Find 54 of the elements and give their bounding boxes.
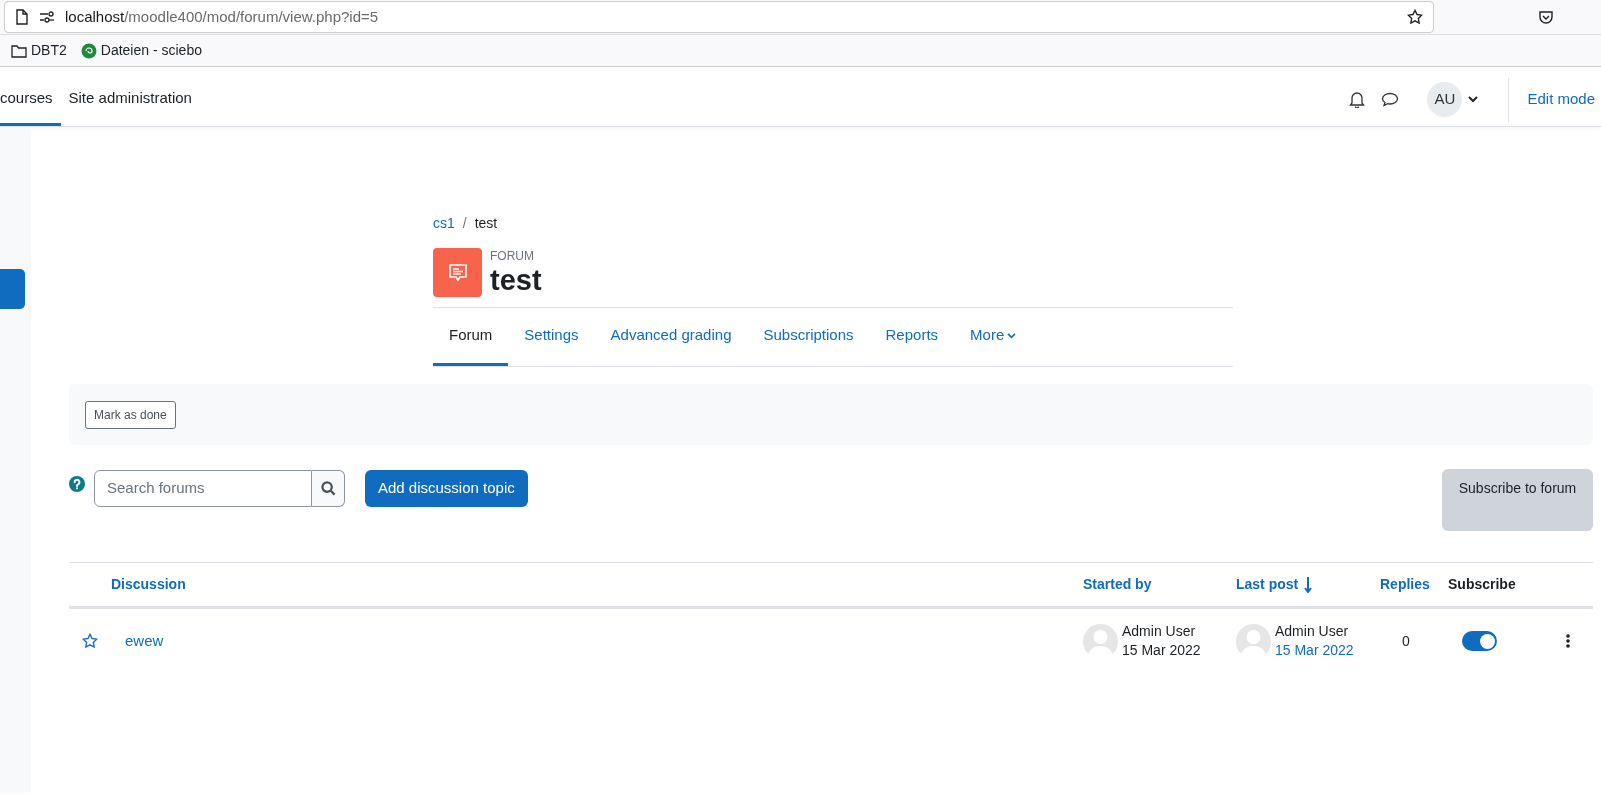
nav-link[interactable]: Site administration (60, 73, 200, 126)
sort-down-arrow-icon (1304, 576, 1313, 593)
search-button[interactable] (312, 470, 345, 507)
column-header[interactable]: Started by (1083, 574, 1152, 595)
site-settings-icon[interactable] (39, 11, 55, 23)
star-icon[interactable] (82, 633, 98, 649)
column-header[interactable]: Last post (1236, 574, 1299, 595)
tab[interactable]: Advanced grading (594, 308, 748, 366)
page-icon (15, 9, 29, 25)
tab[interactable]: Reports (869, 308, 955, 366)
breadcrumb-separator: / (462, 214, 467, 233)
author-name: Admin User (1122, 622, 1197, 641)
folder-icon (11, 43, 27, 58)
search-icon (320, 481, 336, 496)
discussion-link[interactable]: ewew (111, 629, 1083, 653)
search-field[interactable]: Search forums (94, 470, 312, 507)
site-logo-icon (80, 42, 97, 59)
pocket-icon[interactable] (1539, 10, 1553, 24)
add-discussion-button[interactable]: Add discussion topic (365, 470, 528, 507)
mark-as-done-button[interactable]: Mark as done (85, 400, 176, 429)
url-text[interactable]: localhost/moodle400/mod/forum/view.php?id=5 (65, 5, 379, 29)
caret-icon (1468, 96, 1479, 103)
tab[interactable]: More (954, 308, 1033, 366)
tab[interactable]: Settings (508, 308, 595, 366)
user-avatar: AU (1427, 82, 1463, 117)
subscribe-toggle[interactable] (1462, 631, 1497, 651)
column-header: Subscribe (1448, 575, 1516, 594)
tab[interactable]: Forum (433, 308, 509, 366)
post-date: 15 Mar 2022 (1122, 641, 1201, 660)
avatar-silhouette-icon (1083, 623, 1118, 659)
author-name: Admin User (1275, 622, 1350, 641)
column-header[interactable]: Replies (1380, 574, 1430, 595)
bell-icon[interactable] (1349, 91, 1366, 108)
caret-icon (1007, 332, 1017, 339)
last-post-link[interactable]: 15 Mar 2022 (1275, 641, 1354, 660)
page-title: test (490, 262, 542, 297)
edit-mode-link[interactable]: Edit mode (1525, 88, 1601, 111)
bookmark-star-icon[interactable] (1407, 9, 1423, 25)
user-menu[interactable]: AU (1427, 82, 1479, 117)
column-header[interactable]: Discussion (111, 574, 186, 595)
bookmark-item[interactable]: Dateien - sciebo (80, 40, 202, 61)
avatar-silhouette-icon (1236, 623, 1271, 659)
breadcrumb-link[interactable]: cs1 (433, 213, 455, 234)
drawer-toggle[interactable] (0, 269, 25, 309)
chat-bubble-icon[interactable] (1381, 92, 1400, 107)
replies-count: 0 (1401, 631, 1411, 651)
more-options-icon[interactable] (1566, 634, 1570, 648)
forum-icon (433, 248, 482, 297)
tab[interactable]: Subscriptions (747, 308, 870, 366)
help-icon[interactable] (69, 476, 85, 492)
bookmark-item[interactable]: DBT2 (11, 40, 67, 61)
activity-type: FORUM (490, 248, 535, 263)
subscribe-forum-button[interactable]: Subscribe to forum (1442, 469, 1593, 531)
breadcrumb-current: test (474, 214, 498, 233)
